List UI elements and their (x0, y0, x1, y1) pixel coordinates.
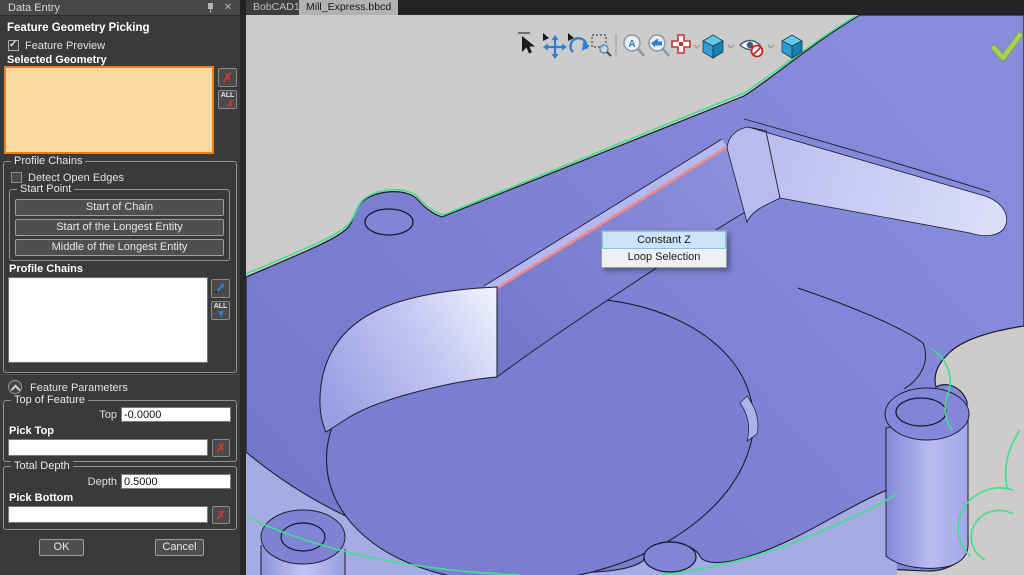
start-point-group-title: Start Point (17, 183, 75, 195)
top-label: Top (99, 409, 117, 421)
ok-button[interactable]: OK (39, 539, 84, 556)
total-depth-title: Total Depth (11, 460, 73, 472)
start-of-longest-entity-button[interactable]: Start of the Longest Entity (15, 219, 224, 236)
chevron-down-icon[interactable] (727, 44, 735, 49)
profile-chains-group-title: Profile Chains (11, 155, 86, 167)
bolt-hole-tab[interactable] (364, 208, 414, 236)
context-menu: Constant Z Loop Selection (601, 230, 727, 268)
reverse-arrows-icon (214, 283, 225, 294)
zoom-previous-icon[interactable] (648, 34, 670, 57)
detect-open-edges-checkbox[interactable] (11, 172, 22, 183)
data-entry-panel: Data Entry ✕ Feature Geometry Picking Fe… (0, 0, 240, 575)
pick-top-input[interactable] (8, 439, 208, 456)
profile-chains-list-label: Profile Chains (9, 263, 83, 275)
cancel-button[interactable]: Cancel (155, 539, 204, 556)
bolt-hole-bottom-center[interactable] (643, 541, 697, 573)
selected-geometry-box[interactable] (4, 66, 214, 154)
menu-item-loop-selection[interactable]: Loop Selection (602, 249, 726, 267)
cad-model-canvas[interactable]: A (246, 15, 1024, 575)
clear-icon: ✗ (215, 441, 227, 455)
pick-bottom-label: Pick Bottom (9, 492, 74, 504)
selected-geometry-label: Selected Geometry (7, 54, 107, 66)
pick-bottom-input[interactable] (8, 506, 208, 523)
chevron-down-icon[interactable] (767, 44, 775, 49)
clear-icon-small: ✗ (226, 99, 234, 109)
bolt-hole-right[interactable] (895, 397, 947, 427)
zoom-all-icon[interactable]: A (623, 34, 645, 57)
depth-value-input[interactable] (121, 474, 231, 489)
clear-all-selection-button[interactable]: ALL ✗ (218, 90, 237, 109)
middle-of-longest-entity-button[interactable]: Middle of the Longest Entity (15, 239, 224, 256)
feature-parameters-header[interactable]: Feature Parameters (30, 382, 128, 394)
model-bottom-left-lug[interactable] (260, 509, 346, 575)
chevron-down-icon[interactable] (693, 44, 701, 49)
hide-entity-icon[interactable] (738, 39, 764, 58)
reverse-all-chains-button[interactable]: ALL (211, 301, 230, 320)
start-of-chain-button[interactable]: Start of Chain (15, 199, 224, 216)
rotate-tool-icon[interactable] (568, 33, 590, 53)
depth-label: Depth (87, 476, 117, 488)
viewport-toolbar: A (518, 32, 803, 59)
clear-pick-top-button[interactable]: ✗ (212, 439, 230, 457)
close-icon[interactable]: ✕ (221, 2, 235, 14)
select-tool-icon[interactable] (518, 32, 535, 54)
clear-icon: ✗ (222, 70, 233, 85)
profile-chains-list[interactable] (8, 277, 208, 363)
panel-separator (0, 373, 240, 375)
collapse-chevron-icon[interactable] (8, 380, 22, 394)
tab-mill-express[interactable]: Mill_Express.bbcd (299, 0, 399, 15)
panel-title: Data Entry (8, 2, 60, 14)
all-label: ALL (213, 303, 228, 310)
reverse-chain-button[interactable] (211, 279, 230, 298)
application-window: Data Entry ✕ Feature Geometry Picking Fe… (0, 0, 1024, 575)
document-tabbar: BobCAD1 Mill_Express.bbcd (240, 0, 1024, 15)
pick-top-label: Pick Top (9, 425, 55, 437)
model-right-lug[interactable] (884, 387, 970, 569)
isometric-view-icon[interactable] (702, 34, 724, 59)
panel-titlebar[interactable]: Data Entry ✕ (0, 0, 240, 16)
top-of-feature-title: Top of Feature (11, 394, 88, 406)
bolt-hole-bottom-left[interactable] (280, 522, 326, 552)
clear-selection-button[interactable]: ✗ (218, 68, 237, 87)
pan-tool-icon[interactable] (543, 33, 567, 59)
pin-icon[interactable] (204, 2, 218, 14)
menu-item-constant-z[interactable]: Constant Z (602, 231, 726, 249)
clear-pick-bottom-button[interactable]: ✗ (212, 506, 230, 524)
down-arrow-icon (217, 311, 224, 317)
feature-preview-checkbox[interactable] (8, 39, 19, 51)
clear-icon: ✗ (215, 508, 227, 522)
window-select-icon[interactable] (591, 34, 612, 57)
tab-bobcad1[interactable]: BobCAD1 (246, 0, 307, 15)
feature-preview-label: Feature Preview (25, 40, 106, 52)
page-title: Feature Geometry Picking (7, 22, 150, 34)
cad-viewport[interactable]: A Constant Z Loop Selection (246, 15, 1024, 575)
zoom-all-letter: A (628, 39, 635, 50)
top-value-input[interactable] (121, 407, 231, 422)
center-origin-icon[interactable] (671, 34, 691, 54)
